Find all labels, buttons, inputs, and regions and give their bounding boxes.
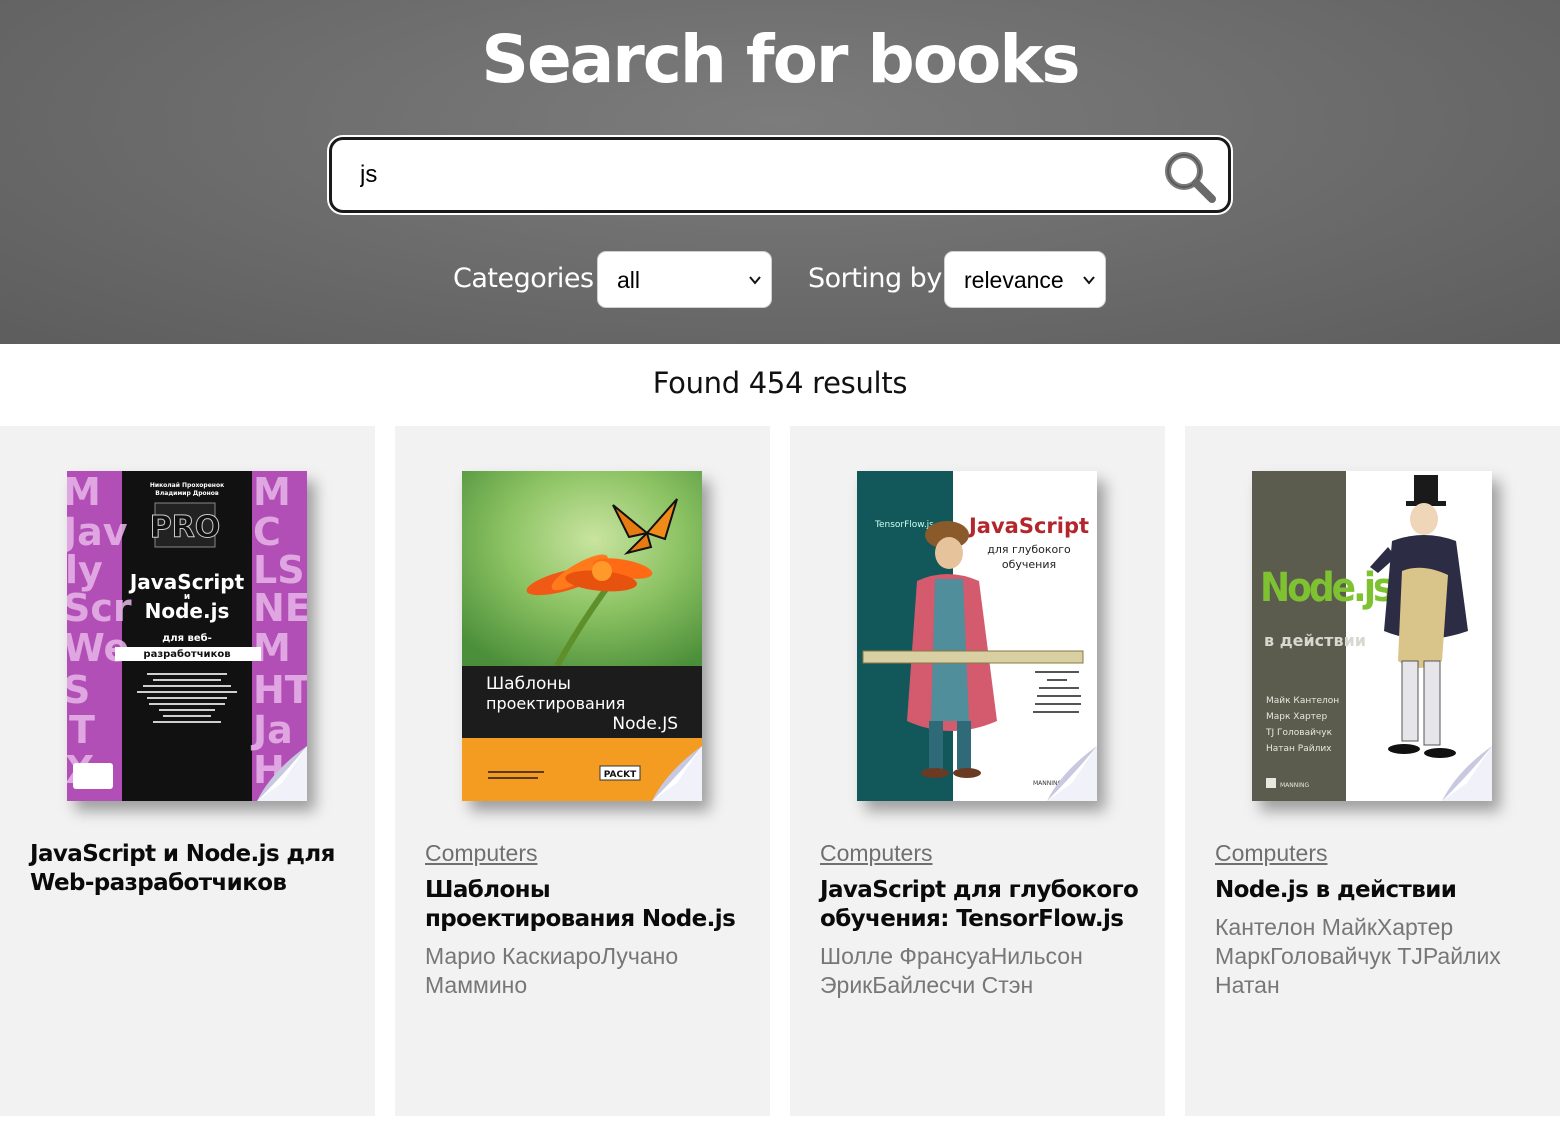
book-title[interactable]: Шаблоны проектирования Node.js	[425, 876, 745, 934]
svg-text:S: S	[67, 668, 90, 712]
book-cover-image: MJavly ScrWeS TX MCLS NEMHT JaH Николай …	[67, 471, 307, 801]
chevron-down-icon	[1083, 276, 1095, 285]
cover-author-2: Марк Хартер	[1266, 712, 1327, 722]
cover-author-1: Майк Кантелон	[1266, 696, 1339, 706]
book-authors: Шолле ФрансуаНильсон ЭрикБайлесчи Стэн	[820, 943, 1083, 998]
search-header: Search for books Categories all Sorting …	[0, 0, 1560, 344]
book-cover[interactable]: TensorFlow.js JavaScript для глубокого о…	[857, 471, 1097, 801]
cover-title-1: JavaScript	[967, 514, 1089, 538]
svg-text:M: M	[67, 471, 101, 514]
search-box[interactable]	[329, 137, 1231, 213]
svg-text:Scr: Scr	[67, 586, 132, 630]
sorting-label: Sorting by	[808, 263, 942, 294]
magnifier-icon[interactable]	[1162, 149, 1218, 205]
cover-tag: TensorFlow.js	[874, 520, 934, 530]
svg-text:M: M	[253, 471, 291, 514]
book-cover[interactable]: MJavly ScrWeS TX MCLS NEMHT JaH Николай …	[67, 471, 307, 801]
sorting-selected-value: relevance	[964, 267, 1064, 293]
svg-text:Ja: Ja	[250, 708, 293, 752]
cover-subtitle-2: разработчиков	[143, 648, 230, 660]
book-title[interactable]: JavaScript и Node.js для Web-разработчик…	[30, 840, 350, 898]
book-cover[interactable]: Шаблоны проектирования Node.JS PACKT	[462, 471, 702, 801]
book-card[interactable]: MJavly ScrWeS TX MCLS NEMHT JaH Николай …	[0, 426, 375, 1116]
categories-select[interactable]: all	[597, 251, 772, 308]
cover-author-3: TJ Головайчук	[1265, 728, 1333, 738]
book-category-link[interactable]: Computers	[1215, 840, 1327, 867]
cover-title-3: обучения	[1002, 558, 1056, 571]
categories-label: Categories	[453, 263, 594, 294]
cover-badge: PRO	[150, 510, 221, 545]
filters-bar: Categories all Sorting by relevance	[0, 251, 1560, 308]
categories-selected-value: all	[617, 267, 641, 293]
book-cover-image: Шаблоны проектирования Node.JS PACKT	[462, 471, 702, 801]
book-cover[interactable]: Node.js в действии Майк Кантелон Марк Ха…	[1252, 471, 1492, 801]
svg-text:HT: HT	[253, 668, 307, 712]
search-input[interactable]	[360, 152, 1140, 198]
book-title[interactable]: Node.js в действии	[1215, 876, 1535, 905]
cover-title-2: проектирования	[486, 694, 625, 713]
cover-title-1: JavaScript	[128, 570, 245, 594]
book-cover-image: TensorFlow.js JavaScript для глубокого о…	[857, 471, 1097, 801]
cover-author-4: Натан Райлих	[1266, 744, 1332, 754]
svg-text:NE: NE	[253, 586, 307, 630]
cover-author-2: Владимир Дронов	[155, 490, 219, 497]
book-card[interactable]: Шаблоны проектирования Node.JS PACKT Com…	[395, 426, 770, 1116]
sorting-select[interactable]: relevance	[944, 251, 1106, 308]
cover-title-1: Шаблоны	[486, 674, 571, 694]
book-title[interactable]: JavaScript для глубокого обучения: Tenso…	[820, 876, 1140, 934]
cover-title-1: Node.js	[1260, 565, 1393, 611]
cover-title-2: для глубокого	[987, 543, 1071, 556]
book-category-link[interactable]: Computers	[820, 840, 932, 867]
cover-title-3: Node.js	[145, 599, 230, 623]
cover-title-2: в действии	[1264, 631, 1366, 650]
cover-publisher: PACKT	[604, 770, 637, 780]
cover-title-3: Node.JS	[612, 714, 678, 734]
cover-author-1: Николай Прохоренок	[150, 482, 224, 489]
cover-publisher: MANNING	[1280, 782, 1310, 789]
cover-subtitle-1: для веб-	[162, 632, 212, 644]
book-cover-image: Node.js в действии Майк Кантелон Марк Ха…	[1252, 471, 1492, 801]
page-title: Search for books	[481, 21, 1080, 98]
book-authors: Марио КаскиароЛучано Маммино	[425, 943, 679, 998]
book-card[interactable]: TensorFlow.js JavaScript для глубокого о…	[790, 426, 1165, 1116]
svg-text:T: T	[69, 708, 95, 752]
book-card[interactable]: Node.js в действии Майк Кантелон Марк Ха…	[1185, 426, 1560, 1116]
results-count: Found 454 results	[652, 366, 908, 400]
book-authors: Кантелон МайкХартер МаркГоловайчук TJРай…	[1215, 914, 1501, 998]
book-category-link[interactable]: Computers	[425, 840, 537, 867]
chevron-down-icon	[749, 276, 761, 285]
